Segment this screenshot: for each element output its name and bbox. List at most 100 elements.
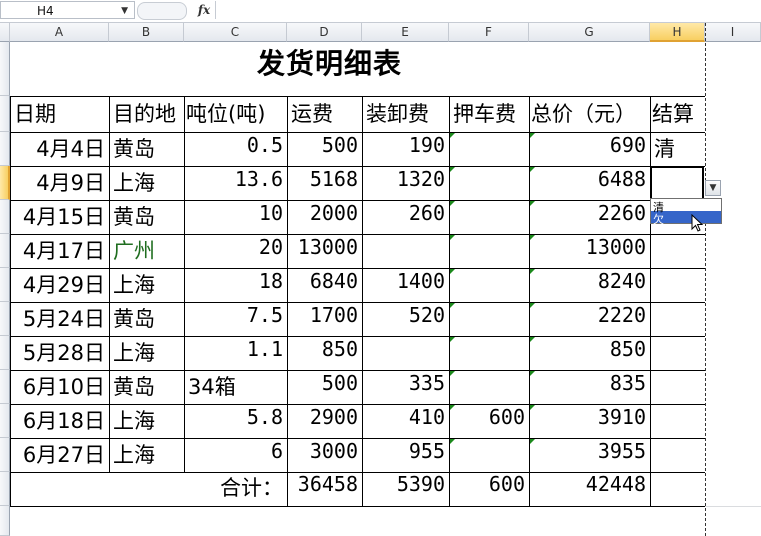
cell-date[interactable]: 6月18日 bbox=[10, 405, 109, 439]
summary-freight[interactable]: 36458 bbox=[287, 472, 362, 506]
header-escort[interactable]: 押车费 bbox=[449, 98, 529, 132]
dropdown-option-highlighted[interactable]: 欠 bbox=[651, 211, 721, 226]
cell-freight[interactable]: 2900 bbox=[287, 405, 362, 439]
cell-handling[interactable]: 410 bbox=[362, 405, 449, 439]
cell-escort[interactable] bbox=[449, 133, 529, 167]
cell-settlement[interactable] bbox=[650, 269, 705, 303]
summary-handling[interactable]: 5390 bbox=[362, 472, 449, 506]
cell-tonnage[interactable]: 6 bbox=[184, 439, 287, 473]
column-header-h[interactable]: H bbox=[650, 23, 705, 42]
header-handling[interactable]: 装卸费 bbox=[362, 98, 449, 132]
header-tonnage[interactable]: 吨位(吨) bbox=[184, 98, 287, 132]
row-header[interactable] bbox=[0, 132, 10, 166]
cell-date[interactable]: 5月24日 bbox=[10, 303, 109, 337]
cell-destination[interactable]: 黄岛 bbox=[109, 303, 184, 337]
header-destination[interactable]: 目的地 bbox=[109, 98, 184, 132]
cell-freight[interactable]: 2000 bbox=[287, 201, 362, 235]
cell-total[interactable]: 690 bbox=[529, 133, 650, 167]
cell-settlement[interactable] bbox=[650, 371, 705, 405]
row-header[interactable] bbox=[0, 438, 10, 472]
cell-total[interactable]: 835 bbox=[529, 371, 650, 405]
cell-handling[interactable] bbox=[362, 235, 449, 269]
formula-input[interactable] bbox=[215, 1, 761, 19]
cell-destination[interactable]: 黄岛 bbox=[109, 371, 184, 405]
row-header[interactable] bbox=[0, 506, 10, 536]
validation-dropdown-button[interactable]: ▼ bbox=[705, 180, 721, 196]
active-cell-h4[interactable] bbox=[650, 166, 704, 200]
cell-freight[interactable]: 850 bbox=[287, 337, 362, 371]
column-header-f[interactable]: F bbox=[449, 23, 529, 42]
column-header-e[interactable]: E bbox=[362, 23, 449, 42]
row-header[interactable] bbox=[0, 42, 10, 96]
name-box[interactable]: H4 ▼ bbox=[0, 1, 135, 19]
header-freight[interactable]: 运费 bbox=[287, 98, 362, 132]
summary-escort[interactable]: 600 bbox=[449, 472, 529, 506]
cell-date[interactable]: 4月29日 bbox=[10, 269, 109, 303]
cell-tonnage[interactable]: 13.6 bbox=[184, 167, 287, 201]
chevron-down-icon[interactable]: ▼ bbox=[121, 2, 128, 20]
summary-label[interactable]: 合计： bbox=[10, 472, 287, 506]
header-settlement[interactable]: 结算 bbox=[650, 98, 705, 132]
cell-date[interactable]: 4月9日 bbox=[10, 167, 109, 201]
validation-dropdown-list[interactable]: 清 欠 bbox=[650, 198, 722, 226]
row-header[interactable] bbox=[0, 234, 10, 268]
column-header-g[interactable]: G bbox=[529, 23, 650, 42]
cell-tonnage[interactable]: 10 bbox=[184, 201, 287, 235]
cell-date[interactable]: 6月27日 bbox=[10, 439, 109, 473]
cell-destination[interactable]: 黄岛 bbox=[109, 201, 184, 235]
cell-date[interactable]: 4月4日 bbox=[10, 133, 109, 167]
column-header-a[interactable]: A bbox=[10, 23, 109, 42]
cell-escort[interactable] bbox=[449, 439, 529, 473]
cell-escort[interactable] bbox=[449, 201, 529, 235]
cell-freight[interactable]: 5168 bbox=[287, 167, 362, 201]
row-header-selected[interactable] bbox=[0, 166, 10, 200]
cell-settlement[interactable] bbox=[650, 439, 705, 473]
cell-handling[interactable]: 260 bbox=[362, 201, 449, 235]
cell-destination[interactable]: 上海 bbox=[109, 405, 184, 439]
cell-freight[interactable]: 3000 bbox=[287, 439, 362, 473]
cell-destination[interactable]: 上海 bbox=[109, 269, 184, 303]
cell-total[interactable]: 13000 bbox=[529, 235, 650, 269]
cell-handling[interactable]: 955 bbox=[362, 439, 449, 473]
cell-tonnage[interactable]: 18 bbox=[184, 269, 287, 303]
column-header-b[interactable]: B bbox=[109, 23, 184, 42]
cell-total[interactable]: 3955 bbox=[529, 439, 650, 473]
cell-tonnage[interactable]: 5.8 bbox=[184, 405, 287, 439]
cell-tonnage[interactable]: 34箱 bbox=[184, 371, 287, 405]
column-header-d[interactable]: D bbox=[287, 23, 362, 42]
cell-escort[interactable] bbox=[449, 337, 529, 371]
cell-escort[interactable]: 600 bbox=[449, 405, 529, 439]
summary-total[interactable]: 42448 bbox=[529, 472, 650, 506]
cell-date[interactable]: 5月28日 bbox=[10, 337, 109, 371]
cell-escort[interactable] bbox=[449, 235, 529, 269]
cell-escort[interactable] bbox=[449, 269, 529, 303]
cell-settlement[interactable] bbox=[650, 235, 705, 269]
formula-bar-splitter[interactable] bbox=[137, 2, 187, 20]
cell-settlement[interactable] bbox=[650, 337, 705, 371]
row-header[interactable] bbox=[0, 200, 10, 234]
cell-escort[interactable] bbox=[449, 167, 529, 201]
cell-destination[interactable]: 上海 bbox=[109, 167, 184, 201]
cell-destination[interactable]: 上海 bbox=[109, 337, 184, 371]
row-header[interactable] bbox=[0, 404, 10, 438]
header-date[interactable]: 日期 bbox=[10, 98, 109, 132]
column-header-i[interactable]: I bbox=[705, 23, 761, 42]
cell-freight[interactable]: 13000 bbox=[287, 235, 362, 269]
cell-date[interactable]: 6月10日 bbox=[10, 371, 109, 405]
cell-total[interactable]: 2220 bbox=[529, 303, 650, 337]
cell-handling[interactable]: 520 bbox=[362, 303, 449, 337]
cell-escort[interactable] bbox=[449, 371, 529, 405]
cell-total[interactable]: 6488 bbox=[529, 167, 650, 201]
cell-freight[interactable]: 1700 bbox=[287, 303, 362, 337]
cell-settlement[interactable] bbox=[650, 303, 705, 337]
cell-destination[interactable]: 上海 bbox=[109, 439, 184, 473]
cell-handling[interactable]: 190 bbox=[362, 133, 449, 167]
cell-handling[interactable]: 1320 bbox=[362, 167, 449, 201]
cell-settlement[interactable]: 清 bbox=[650, 133, 705, 167]
cell-freight[interactable]: 500 bbox=[287, 371, 362, 405]
cell-date[interactable]: 4月15日 bbox=[10, 201, 109, 235]
cell-destination[interactable]: 广州 bbox=[109, 235, 184, 269]
cell-total[interactable]: 3910 bbox=[529, 405, 650, 439]
cell-escort[interactable] bbox=[449, 303, 529, 337]
row-header[interactable] bbox=[0, 472, 10, 506]
